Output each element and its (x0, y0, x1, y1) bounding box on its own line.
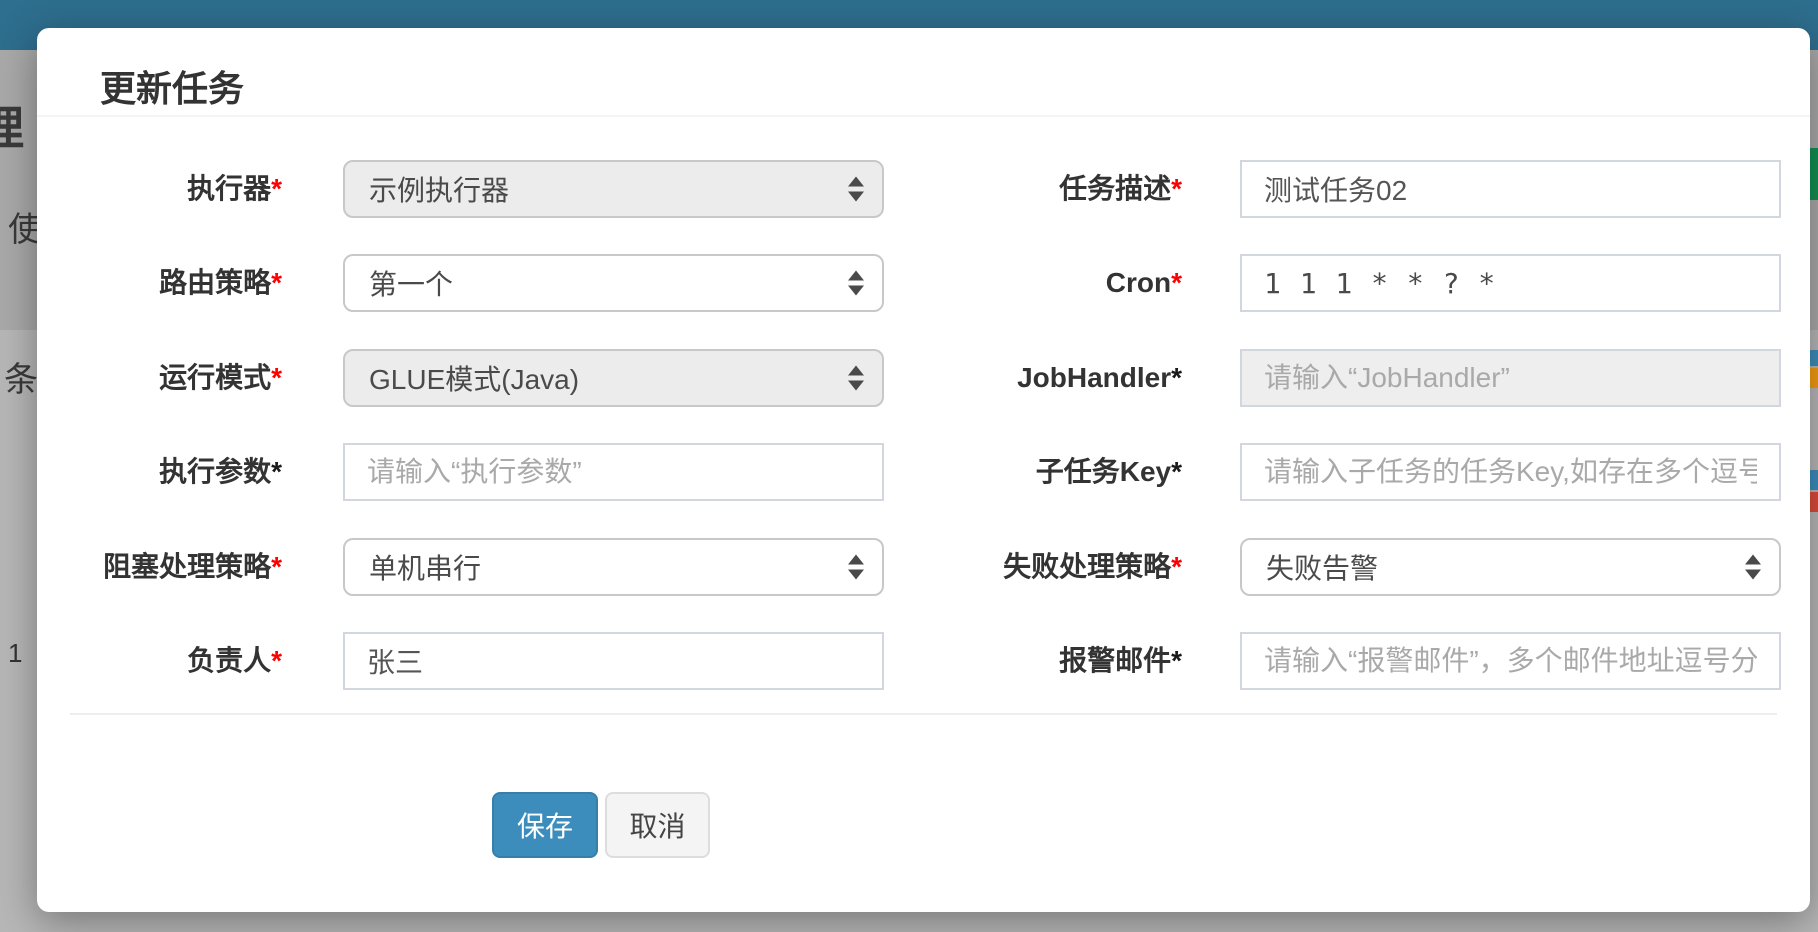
form-divider (70, 713, 1777, 715)
required-marker: * (1171, 551, 1182, 582)
required-marker: * (271, 645, 282, 676)
modal-title: 更新任务 (100, 60, 244, 112)
optional-marker: * (1171, 362, 1182, 393)
background-text-fragment: 条 (4, 352, 38, 401)
background-button-fragment-red (1810, 492, 1818, 512)
background-button-fragment-green (1810, 148, 1818, 200)
block-strategy-select[interactable]: 单机串行 (343, 538, 884, 596)
fail-strategy-select[interactable]: 失败告警 (1240, 538, 1781, 596)
owner-input[interactable] (343, 632, 884, 690)
executor-select: 示例执行器 (343, 160, 884, 218)
fail-strategy-label: 失败处理策略* (940, 538, 1182, 596)
alarm-email-input[interactable] (1240, 632, 1781, 690)
alarm-email-label: 报警邮件* (940, 632, 1182, 690)
cron-input[interactable] (1240, 254, 1781, 312)
form-row: 负责人* 报警邮件* (37, 632, 1810, 690)
form-row: 路由策略* 第一个 Cron* (37, 254, 1810, 312)
block-strategy-select-value: 单机串行 (369, 547, 481, 587)
background-button-fragment-blue (1810, 350, 1818, 366)
jobhandler-input (1240, 349, 1781, 407)
block-strategy-label: 阻塞处理策略* (70, 538, 282, 596)
select-arrows-icon (848, 366, 864, 391)
save-button[interactable]: 保存 (492, 792, 598, 858)
form-row: 运行模式* GLUE模式(Java) JobHandler* (37, 349, 1810, 407)
optional-marker: * (271, 456, 282, 487)
route-strategy-select-value: 第一个 (369, 263, 453, 303)
required-marker: * (271, 362, 282, 393)
modal-header: 更新任务 (37, 28, 1810, 117)
required-marker: * (271, 551, 282, 582)
update-job-modal: 更新任务 执行器* 示例执行器 任务描述* 路由策略* 第一个 (37, 28, 1810, 912)
route-strategy-select[interactable]: 第一个 (343, 254, 884, 312)
select-arrows-icon (1745, 555, 1761, 580)
optional-marker: * (1171, 645, 1182, 676)
child-jobkey-input[interactable] (1240, 443, 1781, 501)
required-marker: * (271, 267, 282, 298)
fail-strategy-select-value: 失败告警 (1266, 547, 1378, 587)
owner-label: 负责人* (70, 632, 282, 690)
glue-type-select-value: GLUE模式(Java) (369, 358, 579, 398)
required-marker: * (271, 173, 282, 204)
cron-label: Cron* (940, 254, 1182, 312)
executor-select-value: 示例执行器 (369, 169, 509, 209)
glue-type-select: GLUE模式(Java) (343, 349, 884, 407)
exec-param-input[interactable] (343, 443, 884, 501)
required-marker: * (1171, 173, 1182, 204)
background-text-fragment: 理 (0, 92, 24, 158)
screen: 理 使 条 1 更新任务 执行器* 示例执行器 任务描述* 路由策略* (0, 0, 1818, 932)
background-text-fragment: 1 (8, 638, 22, 669)
job-desc-input[interactable] (1240, 160, 1781, 218)
job-desc-label: 任务描述* (940, 160, 1182, 218)
optional-marker: * (1171, 456, 1182, 487)
jobhandler-label: JobHandler* (940, 349, 1182, 407)
glue-type-label: 运行模式* (70, 349, 282, 407)
route-strategy-label: 路由策略* (70, 254, 282, 312)
required-marker: * (1171, 267, 1182, 298)
background-button-fragment-blue (1810, 470, 1818, 490)
select-arrows-icon (848, 555, 864, 580)
select-arrows-icon (848, 177, 864, 202)
cancel-button[interactable]: 取消 (605, 792, 710, 858)
form-row: 执行参数* 子任务Key* (37, 443, 1810, 501)
exec-param-label: 执行参数* (70, 443, 282, 501)
background-button-fragment-orange (1810, 368, 1818, 388)
form-row: 阻塞处理策略* 单机串行 失败处理策略* 失败告警 (37, 538, 1810, 596)
executor-label: 执行器* (70, 160, 282, 218)
form-row: 执行器* 示例执行器 任务描述* (37, 160, 1810, 218)
select-arrows-icon (848, 271, 864, 296)
child-jobkey-label: 子任务Key* (940, 443, 1182, 501)
